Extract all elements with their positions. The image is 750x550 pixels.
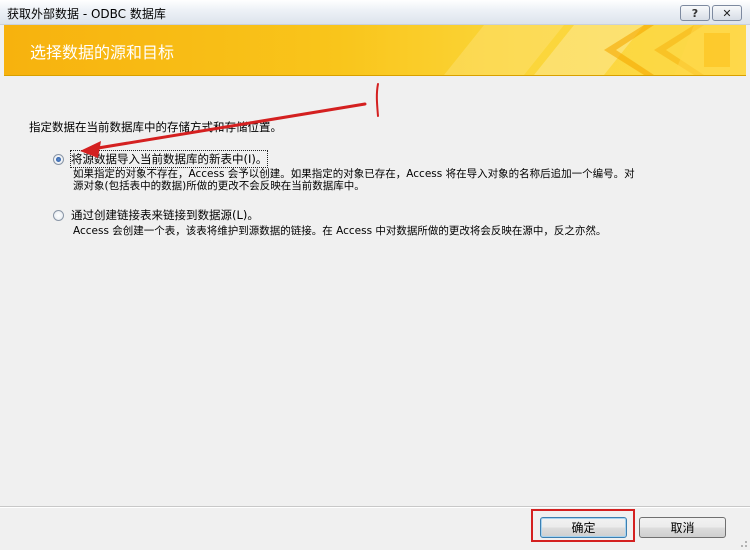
import-radio[interactable] bbox=[53, 153, 64, 165]
wizard-banner: 选择数据的源和目标 bbox=[4, 25, 746, 76]
help-button[interactable]: ? bbox=[680, 5, 710, 21]
help-icon: ? bbox=[691, 6, 699, 20]
option-link[interactable]: 通过创建链接表来链接到数据源(L)。 bbox=[53, 207, 259, 223]
cancel-button-label: 取消 bbox=[670, 521, 695, 535]
import-option-label[interactable]: 将源数据导入当前数据库的新表中(I)。 bbox=[69, 150, 269, 168]
link-radio[interactable] bbox=[53, 209, 64, 221]
wizard-content: 指定数据在当前数据库中的存储方式和存储位置。 将源数据导入当前数据库的新表中(I… bbox=[0, 76, 750, 506]
close-icon: ✕ bbox=[722, 6, 732, 20]
import-description: 如果指定的对象不存在，Access 会予以创建。如果指定的对象已存在，Acces… bbox=[73, 168, 635, 192]
ok-button-label: 确定 bbox=[571, 521, 596, 535]
ok-button[interactable]: 确定 bbox=[540, 517, 627, 538]
link-description: Access 会创建一个表，该表将维护到源数据的链接。在 Access 中对数据… bbox=[73, 225, 606, 237]
import-description-line2: 源对象(包括表中的数据)所做的更改不会反映在当前数据库中。 bbox=[73, 180, 365, 192]
resize-grip-icon[interactable] bbox=[738, 538, 748, 548]
link-option-label[interactable]: 通过创建链接表来链接到数据源(L)。 bbox=[71, 207, 259, 223]
cancel-button[interactable]: 取消 bbox=[639, 517, 726, 538]
import-description-line1: 如果指定的对象不存在，Access 会予以创建。如果指定的对象已存在，Acces… bbox=[73, 168, 635, 180]
option-import[interactable]: 将源数据导入当前数据库的新表中(I)。 bbox=[53, 150, 269, 168]
window-title: 获取外部数据 - ODBC 数据库 bbox=[7, 7, 166, 21]
instruction-text: 指定数据在当前数据库中的存储方式和存储位置。 bbox=[29, 120, 282, 134]
footer-separator bbox=[0, 506, 750, 508]
close-button[interactable]: ✕ bbox=[712, 5, 742, 21]
banner-title: 选择数据的源和目标 bbox=[30, 43, 175, 62]
link-description-line1: Access 会创建一个表，该表将维护到源数据的链接。在 Access 中对数据… bbox=[73, 225, 607, 237]
title-bar: 获取外部数据 - ODBC 数据库 ? ✕ bbox=[0, 0, 750, 25]
